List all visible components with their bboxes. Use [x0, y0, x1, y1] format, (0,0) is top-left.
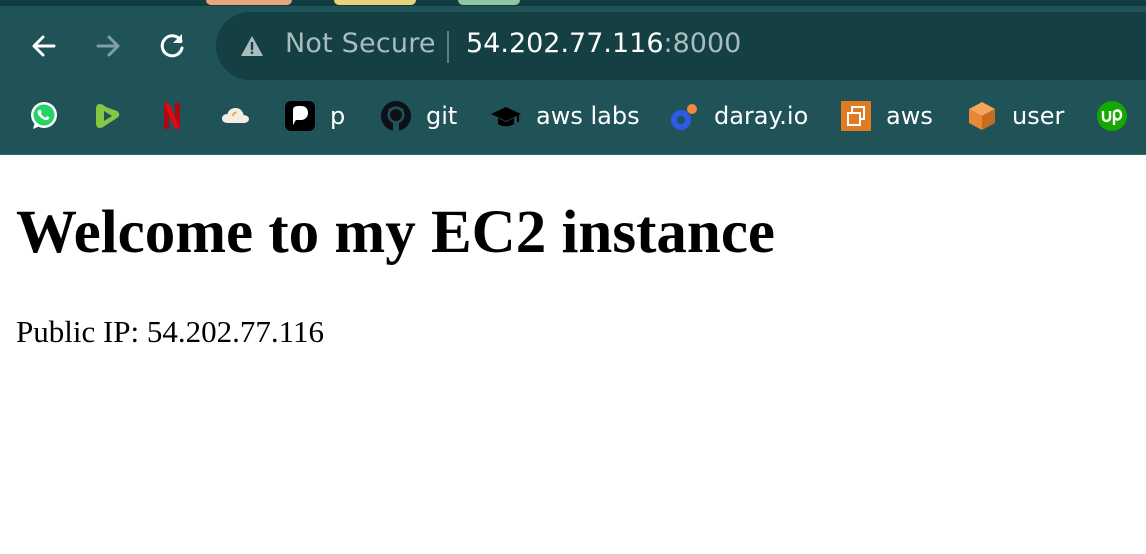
- bookmark-git[interactable]: git: [380, 98, 457, 134]
- bookmark-upwork[interactable]: [1096, 98, 1128, 134]
- bookmark-label: p: [330, 102, 346, 130]
- upwork-icon: [1096, 100, 1128, 132]
- bookmark-aws-labs[interactable]: aws labs: [490, 98, 640, 134]
- reload-button[interactable]: [150, 24, 194, 68]
- whatsapp-icon: [28, 100, 60, 132]
- cloud-icon: [220, 100, 252, 132]
- netflix-icon: [156, 100, 188, 132]
- bookmark-netflix[interactable]: [156, 98, 188, 134]
- rumble-icon: [92, 100, 124, 132]
- graduation-cap-icon: [490, 100, 522, 132]
- p-app-icon: [284, 100, 316, 132]
- back-button[interactable]: [22, 24, 66, 68]
- bookmark-label: daray.io: [714, 102, 809, 130]
- public-ip-text: Public IP: 54.202.77.116: [16, 314, 325, 349]
- bookmark-whatsapp[interactable]: [28, 98, 60, 134]
- forward-button[interactable]: [86, 24, 130, 68]
- browser-chrome: Not Secure 54.202.77.116:8000 p git aws …: [0, 0, 1146, 155]
- address-divider: [447, 31, 449, 63]
- url-port: :8000: [663, 28, 742, 59]
- bookmark-daray[interactable]: daray.io: [668, 98, 808, 134]
- bookmark-label: aws: [886, 102, 933, 130]
- forward-arrow-icon: [96, 35, 120, 57]
- url-text[interactable]: 54.202.77.116:8000: [466, 28, 741, 59]
- aws-console-icon: [840, 100, 872, 132]
- url-host: 54.202.77.116: [466, 28, 664, 59]
- bookmarks-bar: p git aws labs daray.io aws user: [0, 92, 1146, 140]
- cube-icon: [966, 100, 998, 132]
- github-icon: [380, 100, 412, 132]
- tab-group-orange[interactable]: [206, 0, 292, 5]
- tab-group-yellow[interactable]: [334, 0, 416, 5]
- daray-icon: [668, 100, 700, 132]
- bookmark-label: aws labs: [536, 102, 640, 130]
- bookmark-aws[interactable]: aws: [840, 98, 933, 134]
- tab-strip: [0, 0, 1146, 6]
- bookmark-user[interactable]: user: [966, 98, 1064, 134]
- bookmark-rumble[interactable]: [92, 98, 124, 134]
- bookmark-cloud[interactable]: [220, 98, 252, 134]
- back-arrow-icon: [32, 35, 56, 57]
- security-status-label[interactable]: Not Secure: [285, 28, 436, 59]
- bookmark-label: git: [426, 102, 458, 130]
- warning-icon[interactable]: [240, 35, 264, 57]
- reload-icon: [160, 34, 184, 58]
- tab-group-green[interactable]: [458, 0, 520, 5]
- page-heading: Welcome to my EC2 instance: [16, 199, 775, 266]
- bookmark-p[interactable]: p: [284, 98, 345, 134]
- bookmark-label: user: [1012, 102, 1065, 130]
